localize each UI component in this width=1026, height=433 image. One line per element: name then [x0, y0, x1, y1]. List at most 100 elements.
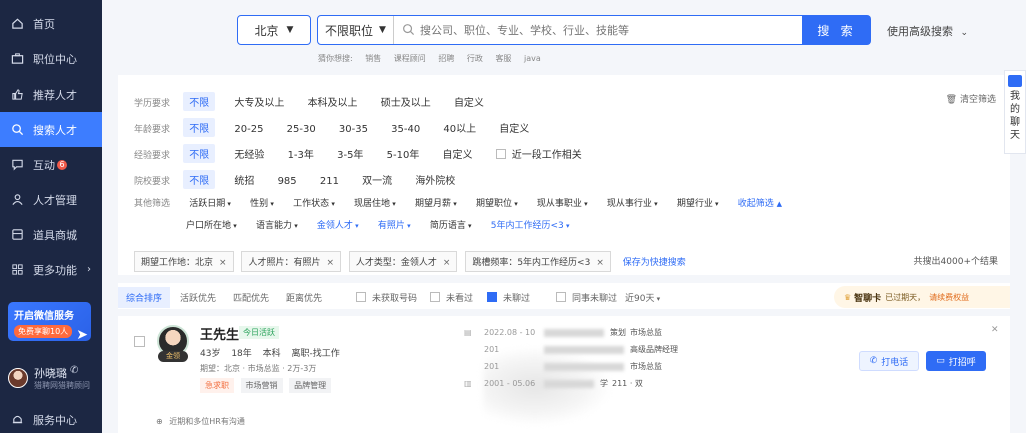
- sort-option[interactable]: 匹配优先: [233, 291, 269, 304]
- checkbox[interactable]: [556, 292, 566, 302]
- candidate-checkbox[interactable]: [134, 336, 145, 347]
- filter-option[interactable]: 不限: [183, 92, 216, 111]
- filter-option[interactable]: 1-3年: [288, 146, 314, 161]
- filter-dropdown[interactable]: 现从事行业: [607, 196, 658, 209]
- candidate-name[interactable]: 王先生: [200, 324, 239, 343]
- checkbox[interactable]: [356, 292, 366, 302]
- sort-option[interactable]: 综合排序: [118, 287, 171, 308]
- sidebar-item-jobs[interactable]: 职位中心: [0, 41, 102, 76]
- filter-dropdown[interactable]: 期望月薪: [415, 196, 457, 209]
- vip-title: 智聊卡: [854, 293, 882, 304]
- sort-option[interactable]: 活跃优先: [180, 291, 216, 304]
- hot-word[interactable]: 行政: [467, 54, 483, 63]
- candidate-card[interactable]: 金领 王先生 今日活跃 43岁 18年 本科 离职-找工作 期望：北京 · 市场…: [118, 316, 1010, 433]
- sidebar-item-home[interactable]: 首页: [0, 6, 102, 41]
- filter-dropdown[interactable]: 有照片: [378, 218, 411, 231]
- filter-option[interactable]: 硕士及以上: [381, 94, 431, 109]
- sidebar-item-more[interactable]: 更多功能 ›: [0, 252, 102, 287]
- filter-unobtained-number[interactable]: 未获取号码: [356, 291, 417, 304]
- filter-dropdown[interactable]: 5年内工作经历<3: [491, 218, 570, 231]
- filter-dropdown[interactable]: 期望行业: [677, 196, 719, 209]
- chat-icon: ▭: [936, 356, 945, 366]
- position-select[interactable]: 不限职位 ▼: [318, 16, 394, 44]
- filter-option[interactable]: 25-30: [287, 124, 316, 135]
- checkbox-checked[interactable]: [487, 292, 497, 302]
- filter-option[interactable]: 985: [278, 176, 297, 187]
- filter-option[interactable]: 不限: [183, 144, 216, 163]
- city-select[interactable]: 北京 ▼: [237, 15, 311, 45]
- filter-option[interactable]: 不限: [183, 170, 216, 189]
- sidebar-item-recommend[interactable]: 推荐人才: [0, 77, 102, 112]
- filter-option[interactable]: 无经验: [234, 146, 264, 161]
- sidebar-item-talent-manage[interactable]: 人才管理: [0, 182, 102, 217]
- advanced-search-link[interactable]: 使用高级搜索 ⌄: [887, 23, 968, 39]
- hot-word[interactable]: 销售: [365, 54, 381, 63]
- filter-option[interactable]: 自定义: [499, 120, 529, 135]
- filter-dropdown[interactable]: 金领人才: [317, 218, 359, 231]
- filter-dropdown[interactable]: 现居住地: [354, 196, 396, 209]
- collapse-filters-link[interactable]: 收起筛选 ▲: [738, 199, 782, 209]
- filter-option[interactable]: 双一流: [362, 172, 392, 187]
- time-range-dropdown[interactable]: 近90天: [625, 291, 660, 304]
- filter-dropdown[interactable]: 期望职位: [476, 196, 518, 209]
- filter-option[interactable]: 自定义: [443, 146, 473, 161]
- sidebar-item-shop[interactable]: 道具商城: [0, 217, 102, 252]
- sidebar-item-search-talent[interactable]: 搜索人才: [0, 112, 102, 147]
- filter-option[interactable]: 不限: [183, 118, 216, 137]
- filter-option[interactable]: 3-5年: [337, 146, 363, 161]
- filter-dropdown[interactable]: 性别: [250, 196, 274, 209]
- filter-option[interactable]: 40以上: [443, 120, 476, 135]
- clear-filters-button[interactable]: 🗑 清空筛选: [946, 92, 996, 105]
- filter-dropdown[interactable]: 工作状态: [293, 196, 335, 209]
- filter-option[interactable]: 自定义: [454, 94, 484, 109]
- filter-dropdown[interactable]: 户口所在地: [186, 218, 237, 231]
- sidebar-item-interact[interactable]: 互动 6: [0, 147, 102, 182]
- filter-option[interactable]: 本科及以上: [308, 94, 358, 109]
- filter-option[interactable]: 海外院校: [415, 172, 455, 187]
- hot-word[interactable]: 客服: [495, 54, 511, 63]
- exp-position: 市场总监: [630, 362, 662, 371]
- filter-panel: 🗑 清空筛选 学历要求 不限 大专及以上 本科及以上 硕士及以上 自定义 年龄要…: [118, 75, 1010, 275]
- user-title: 猎聘网猎聘顾问: [34, 381, 90, 390]
- vip-card-banner[interactable]: ♛ 智聊卡 已过期天， 请续费权益: [834, 286, 1010, 308]
- search-input[interactable]: [420, 20, 790, 40]
- close-icon[interactable]: ×: [596, 258, 604, 268]
- filter-option[interactable]: 20-25: [234, 124, 263, 135]
- filter-option[interactable]: 211: [320, 176, 339, 187]
- greet-button[interactable]: ▭ 打招呼: [926, 351, 986, 371]
- sidebar-item-label: 服务中心: [33, 413, 77, 427]
- call-button[interactable]: ✆ 打电话: [859, 351, 919, 371]
- filter-option[interactable]: 统招: [234, 172, 254, 187]
- sidebar-item-service[interactable]: 服务中心: [0, 402, 102, 433]
- user-profile[interactable]: 孙晓璐 ✆ 猎聘网猎聘顾问: [8, 364, 102, 394]
- filter-unchatted[interactable]: 未聊过: [487, 291, 530, 304]
- hot-word[interactable]: java: [524, 54, 541, 63]
- filter-dropdown[interactable]: 简历语言: [430, 218, 472, 231]
- filter-option[interactable]: 5-10年: [387, 146, 420, 161]
- filter-option[interactable]: 35-40: [391, 124, 420, 135]
- close-icon[interactable]: ×: [443, 258, 451, 268]
- checkbox[interactable]: [495, 149, 506, 159]
- filter-dropdown[interactable]: 现从事职业: [537, 196, 588, 209]
- checkbox[interactable]: [430, 292, 440, 302]
- wechat-promo-banner[interactable]: 开启微信服务 免费享聊10人 ➤: [8, 302, 91, 343]
- close-icon[interactable]: ×: [326, 258, 334, 268]
- recent-job-related-checkbox[interactable]: 近一段工作相关: [495, 149, 582, 161]
- search-button[interactable]: 搜 索: [803, 15, 871, 45]
- filter-option[interactable]: 大专及以上: [234, 94, 284, 109]
- hot-word[interactable]: 课程顾问: [394, 54, 426, 63]
- vip-renew-link[interactable]: 请续费权益: [929, 292, 969, 303]
- filter-dropdown[interactable]: 语言能力: [256, 218, 298, 231]
- close-icon[interactable]: ✕: [991, 325, 999, 335]
- filter-tag: 跳槽频率：5年内工作经历<3 ×: [465, 251, 611, 272]
- save-shortcut-link[interactable]: 保存为快捷搜索: [623, 258, 686, 268]
- phone-icon[interactable]: ✆: [70, 365, 78, 376]
- close-icon[interactable]: ×: [219, 258, 227, 268]
- filter-dropdown[interactable]: 活跃日期: [189, 196, 231, 209]
- filter-unseen[interactable]: 未看过: [430, 291, 473, 304]
- filter-option[interactable]: 30-35: [339, 124, 368, 135]
- hot-word[interactable]: 招聘: [438, 54, 454, 63]
- my-chat-float[interactable]: 我 的 聊 天: [1004, 70, 1026, 154]
- sort-option[interactable]: 距离优先: [286, 291, 322, 304]
- filter-colleague-unchatted[interactable]: 同事未聊过: [556, 291, 617, 304]
